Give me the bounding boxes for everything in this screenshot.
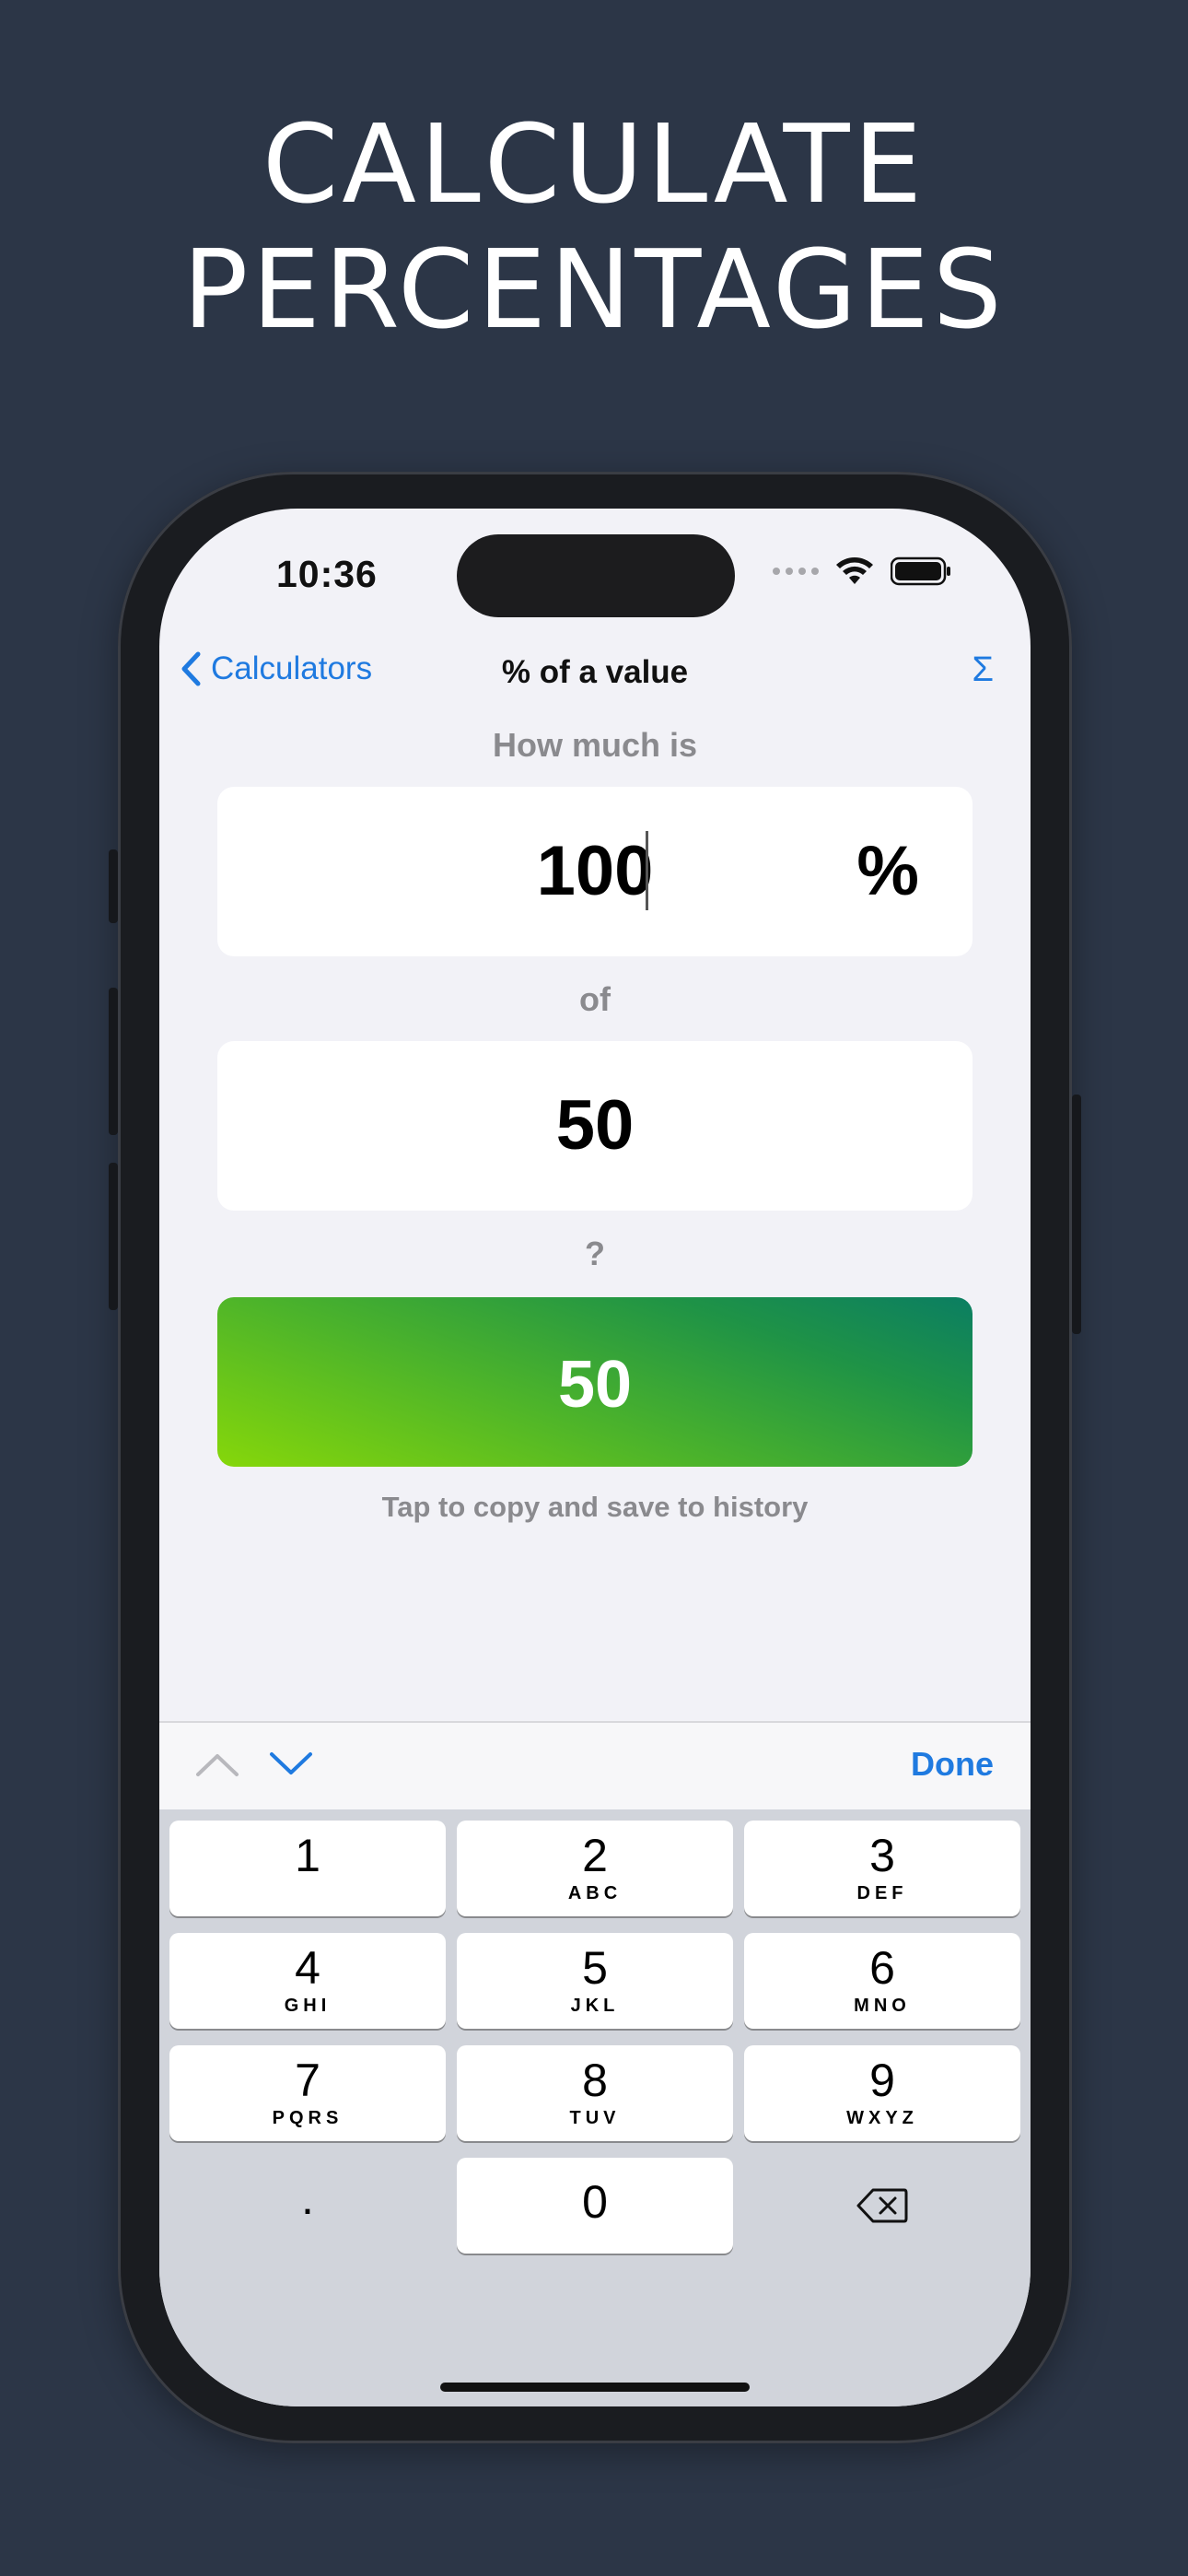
key-letters: WXYZ — [846, 2108, 918, 2128]
key-8[interactable]: 8 TUV — [457, 2045, 733, 2141]
history-sigma-button[interactable]: Σ — [973, 650, 995, 690]
backspace-icon — [856, 2188, 908, 2223]
key-digit: 3 — [869, 1830, 895, 1881]
key-decimal[interactable]: . — [169, 2158, 446, 2254]
volume-up-button — [109, 988, 118, 1135]
key-letters: TUV — [569, 2108, 621, 2128]
navigation-bar: Calculators % of a value Σ — [159, 638, 1031, 711]
copy-hint: Tap to copy and save to history — [381, 1491, 809, 1523]
percent-symbol: % — [856, 832, 919, 910]
done-button[interactable]: Done — [911, 1745, 994, 1784]
key-2[interactable]: 2 ABC — [457, 1821, 733, 1916]
keyboard-toolbar: Done — [159, 1721, 1031, 1809]
key-digit: 1 — [295, 1830, 320, 1881]
key-6[interactable]: 6 MNO — [744, 1933, 1020, 2029]
key-digit: 9 — [869, 2055, 895, 2106]
key-3[interactable]: 3 DEF — [744, 1821, 1020, 1916]
chevron-up-icon[interactable] — [194, 1749, 240, 1780]
key-digit: 6 — [869, 1942, 895, 1994]
dynamic-island — [457, 534, 735, 617]
power-button — [1072, 1095, 1081, 1334]
wifi-icon — [836, 557, 873, 584]
key-1[interactable]: 1 — [169, 1821, 446, 1916]
text-cursor — [646, 831, 648, 910]
key-letters: GHI — [284, 1996, 332, 2016]
question-label: ? — [585, 1235, 605, 1272]
marketing-headline: CALCULATE PERCENTAGES — [0, 101, 1188, 352]
silent-switch — [109, 849, 118, 923]
base-value-input-field[interactable]: 50 — [217, 1041, 973, 1211]
how-much-label: How much is — [492, 726, 698, 764]
chevron-down-icon[interactable] — [268, 1749, 314, 1780]
home-indicator — [440, 2383, 750, 2392]
signal-dots-icon — [773, 568, 819, 575]
page-title: % of a value — [501, 654, 689, 690]
result-copy-button[interactable]: 50 — [217, 1297, 973, 1467]
backspace-key[interactable] — [744, 2158, 1020, 2254]
key-digit: 0 — [582, 2176, 608, 2228]
key-letters: PQRS — [272, 2108, 344, 2128]
status-time: 10:36 — [276, 553, 378, 595]
numeric-keypad: 1 2 ABC 3 DEF 4 GHI 5 JKL 6 MNO 7 PQRS 8 — [159, 1809, 1031, 2406]
key-digit: 2 — [582, 1830, 608, 1881]
phone-screen: 10:36 Calculators % of a value Σ How muc… — [159, 509, 1031, 2406]
percent-input-field[interactable]: 100 % — [217, 787, 973, 956]
base-input-value: 50 — [555, 1086, 635, 1165]
key-digit: 7 — [295, 2055, 320, 2106]
key-9[interactable]: 9 WXYZ — [744, 2045, 1020, 2141]
key-digit: 5 — [582, 1942, 608, 1994]
status-icons — [773, 556, 951, 586]
key-digit: 4 — [295, 1942, 320, 1994]
key-7[interactable]: 7 PQRS — [169, 2045, 446, 2141]
key-digit: . — [301, 2172, 314, 2224]
key-5[interactable]: 5 JKL — [457, 1933, 733, 2029]
key-letters: MNO — [854, 1996, 911, 2016]
key-letters: JKL — [570, 1996, 620, 2016]
result-value: 50 — [557, 1348, 633, 1422]
headline-line-2: PERCENTAGES — [182, 226, 1006, 353]
headline-line-1: CALCULATE — [262, 100, 926, 228]
battery-icon — [891, 556, 950, 586]
key-letters: ABC — [567, 1883, 623, 1903]
of-label: of — [579, 980, 611, 1018]
key-0[interactable]: 0 — [457, 2158, 733, 2254]
key-digit: 8 — [582, 2055, 608, 2106]
volume-down-button — [109, 1163, 118, 1310]
key-letters: DEF — [856, 1883, 908, 1903]
key-4[interactable]: 4 GHI — [169, 1933, 446, 2029]
